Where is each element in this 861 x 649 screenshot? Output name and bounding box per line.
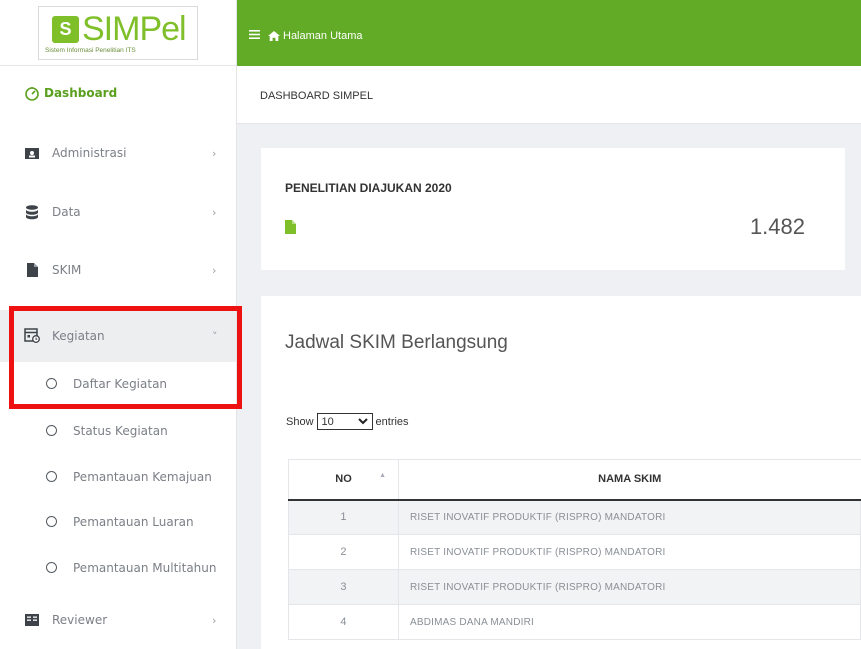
sidebar-item-data[interactable]: Data › (0, 192, 236, 232)
id-card-icon (25, 148, 39, 159)
home-icon[interactable] (268, 31, 280, 41)
circle-icon (46, 471, 57, 482)
stat-card-title: PENELITIAN DIAJUKAN 2020 (285, 181, 452, 195)
circle-icon (46, 562, 57, 573)
sidebar-item-label: Dashboard (44, 86, 118, 100)
document-icon (285, 220, 296, 234)
column-header-no[interactable]: NO ▲ (288, 459, 399, 501)
cell-no: 2 (288, 534, 399, 570)
sidebar-subitem-label: Pemantauan Kemajuan (73, 470, 212, 484)
home-link[interactable]: Halaman Utama (283, 30, 362, 42)
chevron-right-icon: › (212, 146, 217, 160)
cell-no: 3 (288, 569, 399, 605)
cell-nama-skim: ABDIMAS DANA MANDIRI (398, 604, 861, 640)
sidebar-subitem-status-kegiatan[interactable]: Status Kegiatan (0, 411, 236, 451)
entries-label: entries (375, 415, 409, 428)
sidebar-item-administrasi[interactable]: Administrasi › (0, 133, 236, 173)
entries-value: 10 (321, 415, 334, 428)
cell-no: 1 (288, 499, 399, 535)
sidebar-subitem-label: Pemantauan Multitahun (73, 561, 217, 575)
schedule-title: Jadwal SKIM Berlangsung (285, 332, 508, 353)
hamburger-icon[interactable] (249, 30, 260, 40)
circle-icon (46, 516, 57, 527)
chevron-right-icon: › (212, 263, 217, 277)
sidebar-item-dashboard[interactable]: Dashboard (0, 73, 236, 113)
book-icon (25, 614, 39, 626)
sidebar-item-skim[interactable]: SKIM › (0, 250, 236, 290)
breadcrumb: DASHBOARD SIMPEL (260, 90, 374, 102)
schedule-table: NO ▲ NAMA SKIM 1 RISET INOVATIF PRODUKTI… (288, 459, 861, 640)
breadcrumb-bar: DASHBOARD SIMPEL (237, 66, 861, 124)
cell-nama-skim: RISET INOVATIF PRODUKTIF (RISPRO) MANDAT… (398, 534, 861, 570)
table-row[interactable]: 4 ABDIMAS DANA MANDIRI (288, 604, 861, 640)
top-bar: Halaman Utama (237, 0, 861, 66)
chevron-right-icon: › (212, 205, 217, 219)
sidebar-item-label: Data (52, 205, 81, 219)
schedule-card: Jadwal SKIM Berlangsung Show 10 entries … (261, 296, 861, 649)
file-icon (27, 263, 38, 277)
table-row[interactable]: 3 RISET INOVATIF PRODUKTIF (RISPRO) MAND… (288, 569, 861, 605)
logo-mark: S (52, 15, 79, 43)
cell-no: 4 (288, 604, 399, 640)
sidebar-item-label: Reviewer (52, 613, 108, 627)
sidebar-item-reviewer[interactable]: Reviewer › (0, 600, 236, 640)
cell-nama-skim: RISET INOVATIF PRODUKTIF (RISPRO) MANDAT… (398, 569, 861, 605)
sort-icon[interactable]: ▲ (379, 472, 386, 479)
dashboard-icon (25, 87, 39, 101)
sidebar-subitem-pemantauan-multitahun[interactable]: Pemantauan Multitahun (0, 548, 236, 588)
show-label: Show (286, 415, 314, 428)
stat-card-value: 1.482 (749, 214, 805, 239)
logo-tagline: Sistem Informasi Penelitian ITS (45, 46, 136, 54)
logo-area: S SIMPel Sistem Informasi Penelitian ITS (0, 0, 236, 66)
simpel-logo[interactable]: S SIMPel Sistem Informasi Penelitian ITS (38, 5, 198, 60)
table-row[interactable]: 1 RISET INOVATIF PRODUKTIF (RISPRO) MAND… (288, 499, 861, 535)
column-header-nama-skim[interactable]: NAMA SKIM (398, 459, 861, 501)
sidebar-subitem-label: Pemantauan Luaran (73, 515, 194, 529)
database-icon (26, 205, 38, 220)
sidebar-subitem-pemantauan-luaran[interactable]: Pemantauan Luaran (0, 502, 236, 542)
entries-control: Show 10 entries (286, 413, 409, 430)
chevron-down-icon (357, 418, 368, 425)
entries-select[interactable]: 10 (316, 413, 373, 430)
sidebar-item-label: Administrasi (52, 146, 127, 160)
highlight-box (9, 306, 242, 409)
stat-card: PENELITIAN DIAJUKAN 2020 1.482 (261, 148, 845, 270)
chevron-right-icon: › (212, 613, 217, 627)
cell-nama-skim: RISET INOVATIF PRODUKTIF (RISPRO) MANDAT… (398, 499, 861, 535)
sidebar-subitem-pemantauan-kemajuan[interactable]: Pemantauan Kemajuan (0, 457, 236, 497)
logo-brand: SIMPel (82, 9, 187, 48)
sidebar-item-label: SKIM (52, 263, 82, 277)
circle-icon (46, 425, 57, 436)
table-row[interactable]: 2 RISET INOVATIF PRODUKTIF (RISPRO) MAND… (288, 534, 861, 570)
sidebar-subitem-label: Status Kegiatan (73, 424, 168, 438)
table-header-row: NO ▲ NAMA SKIM (288, 459, 861, 501)
